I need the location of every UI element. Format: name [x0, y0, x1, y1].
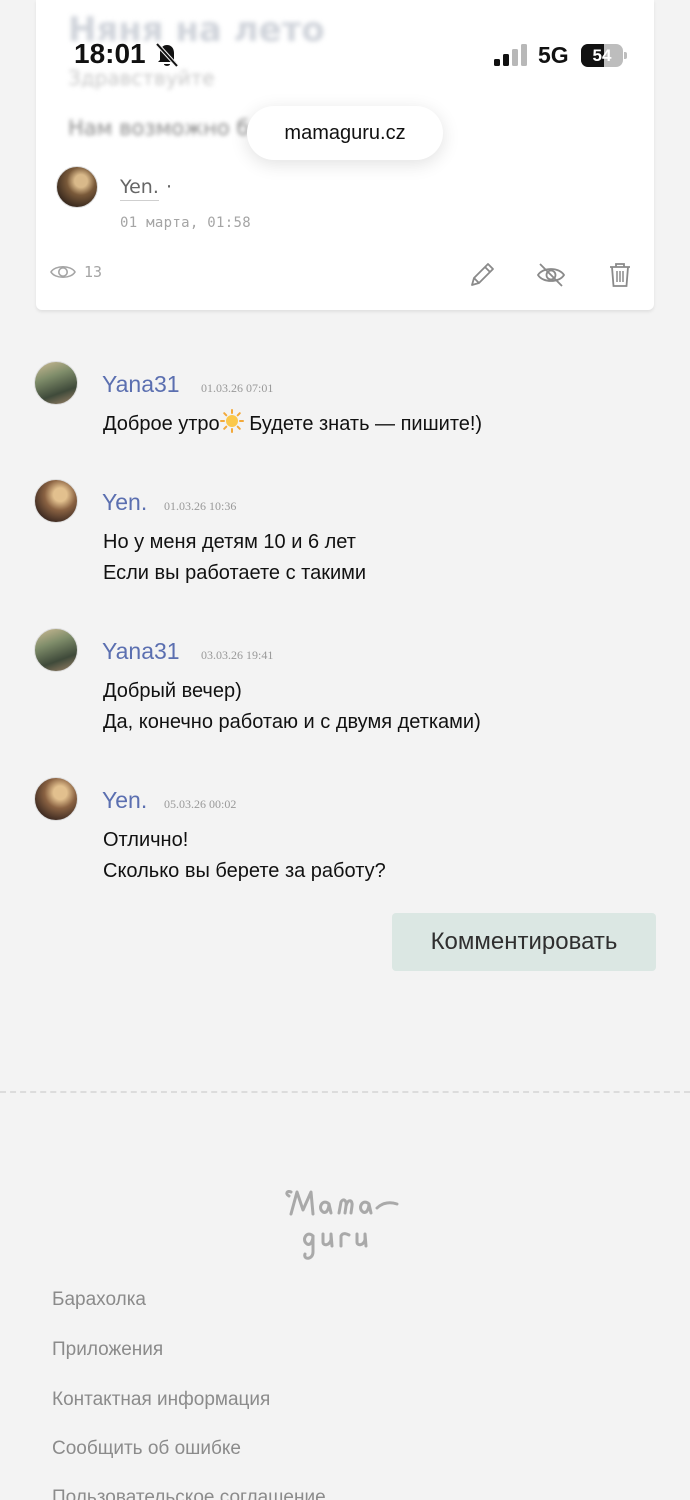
battery-icon: 54: [581, 44, 627, 67]
footer-link-flea-market[interactable]: Барахолка: [52, 1289, 146, 1311]
comment-time: 03.03.26 19:41: [201, 648, 274, 662]
pencil-icon: [471, 263, 494, 286]
comment-author-link[interactable]: Yana31: [102, 638, 180, 665]
comment-text-part: Будете знать — пишите!): [243, 413, 483, 435]
comment: Yen. 05.03.26 00:02 Отлично! Сколько вы …: [34, 777, 674, 897]
sun-emoji: [219, 409, 244, 433]
comment-text-part: Доброе утро: [103, 413, 220, 435]
footer-link-report-error[interactable]: Сообщить об ошибке: [52, 1438, 241, 1460]
footer-link-user-agreement[interactable]: Пользовательское соглашение: [52, 1487, 326, 1500]
post-date: 01 марта, 01:58: [120, 215, 251, 231]
eye-icon: [50, 265, 76, 279]
battery-nub: [624, 52, 627, 59]
footer-divider: [0, 1091, 690, 1093]
avatar[interactable]: [34, 479, 78, 523]
mamaguru-logo[interactable]: [283, 1180, 407, 1264]
avatar[interactable]: [34, 628, 78, 672]
battery-percent: 54: [592, 46, 612, 65]
status-time: 18:01: [74, 38, 146, 69]
network-type: 5G: [538, 42, 569, 68]
author-separator: ·: [166, 176, 173, 198]
footer-link-apps[interactable]: Приложения: [52, 1339, 163, 1361]
comment-author-link[interactable]: Yen.: [102, 787, 147, 814]
comment-time: 01.03.26 10:36: [164, 499, 237, 513]
edit-button[interactable]: [466, 259, 498, 291]
comment: Yana31 03.03.26 19:41 Добрый вечер) Да, …: [34, 628, 674, 748]
comment-button[interactable]: Комментировать: [392, 913, 656, 971]
comment-text: Доброе утро Будете знать — пишите!): [103, 409, 482, 440]
avatar[interactable]: [34, 361, 78, 405]
views-count: 13: [84, 263, 103, 281]
comment-author-link[interactable]: Yen.: [102, 489, 147, 516]
url-bar[interactable]: mamaguru.cz: [247, 106, 443, 160]
comment-time: 01.03.26 07:01: [201, 381, 274, 395]
comment: Yen. 01.03.26 10:36 Но у меня детям 10 и…: [34, 479, 674, 599]
comment: Yana31 01.03.26 07:01 Доброе утро Будете…: [34, 361, 674, 451]
footer-link-contacts[interactable]: Контактная информация: [52, 1389, 270, 1411]
comment-text: Отлично! Сколько вы берете за работу?: [103, 829, 386, 882]
hide-button[interactable]: [535, 259, 567, 291]
trash-icon: [610, 263, 630, 287]
signal-icon: [494, 44, 527, 66]
post-body: Нам возможно б: [68, 116, 250, 140]
comment-time: 05.03.26 00:02: [164, 797, 237, 811]
comment-author-link[interactable]: Yana31: [102, 371, 180, 398]
eye-off-icon: [536, 263, 566, 287]
avatar[interactable]: [56, 166, 98, 208]
comment-text: Добрый вечер) Да, конечно работаю и с дв…: [103, 680, 481, 733]
post-author-link[interactable]: Yen.: [120, 176, 159, 201]
avatar[interactable]: [34, 777, 78, 821]
delete-button[interactable]: [604, 259, 636, 291]
comment-text: Но у меня детям 10 и 6 лет Если вы работ…: [103, 531, 367, 584]
bell-off-icon: [155, 42, 179, 68]
